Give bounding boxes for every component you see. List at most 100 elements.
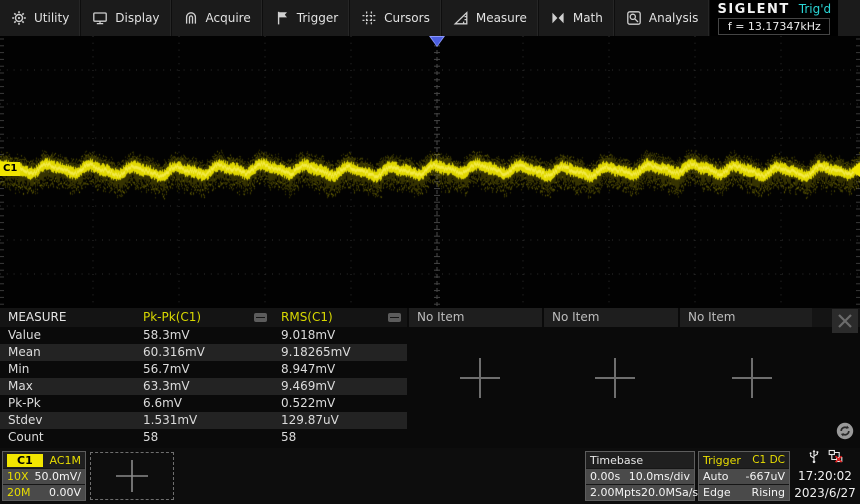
measure-value: 58 bbox=[135, 429, 273, 446]
menu-item-display[interactable]: Display bbox=[81, 0, 171, 36]
analysis-icon bbox=[626, 10, 642, 26]
measure-title: MEASURE bbox=[0, 308, 135, 327]
channel-c1-box[interactable]: C1 AC1M 10X 50.0mV/ 20M 0.00V bbox=[2, 451, 86, 501]
measure-value bbox=[678, 412, 812, 429]
measure-row-label: Stdev bbox=[0, 412, 135, 429]
acquire-icon bbox=[183, 10, 199, 26]
measure-value: 6.6mV bbox=[135, 395, 273, 412]
empty-measurement-slot[interactable]: No Item bbox=[678, 308, 812, 327]
measure-row-label: Pk-Pk bbox=[0, 395, 135, 412]
measure-value: 129.87uV bbox=[273, 412, 407, 429]
waveform-screen[interactable]: C1 bbox=[0, 36, 860, 308]
clock-date: 2023/6/27 bbox=[794, 486, 856, 501]
measure-value bbox=[678, 327, 812, 344]
measure-value bbox=[407, 327, 542, 344]
add-measurement-button[interactable] bbox=[592, 355, 638, 401]
plus-icon bbox=[113, 457, 151, 495]
measure-row-label: Mean bbox=[0, 344, 135, 361]
menu-item-cursors[interactable]: Cursors bbox=[350, 0, 442, 36]
measure-value bbox=[542, 412, 678, 429]
timebase-memory: 2.00Mpts bbox=[590, 486, 641, 499]
menu-item-label: Acquire bbox=[206, 11, 251, 25]
channel-bandwidth: 20M bbox=[7, 486, 31, 499]
timebase-scale: 10.0ms/div bbox=[629, 470, 690, 483]
measure-value: 56.7mV bbox=[135, 361, 273, 378]
menu-item-label: Analysis bbox=[649, 11, 698, 25]
timebase-sample-rate: 20.0MSa/s bbox=[641, 486, 698, 499]
menu-item-math[interactable]: Math bbox=[539, 0, 615, 36]
menu-item-label: Display bbox=[115, 11, 159, 25]
timebase-box[interactable]: Timebase 0.00s 10.0ms/div 2.00Mpts 20.0M… bbox=[585, 451, 695, 501]
measurement-column-label: No Item bbox=[417, 310, 464, 324]
siglent-logo: SIGLENT bbox=[717, 2, 789, 17]
measurement-column-label: No Item bbox=[552, 310, 599, 324]
trigger-flag-icon bbox=[274, 10, 290, 26]
menu-bar: Utility Display Acquire Trigger Cursors Measu… bbox=[0, 0, 860, 36]
measure-value: 8.947mV bbox=[273, 361, 407, 378]
clock-time: 17:20:02 bbox=[798, 469, 852, 484]
trigger-status: Trig'd bbox=[799, 2, 831, 16]
trigger-mode: Auto bbox=[703, 470, 729, 483]
menu-item-utility[interactable]: Utility bbox=[0, 0, 81, 36]
empty-measurement-slot[interactable]: No Item bbox=[542, 308, 678, 327]
channel-coupling: AC1M bbox=[49, 454, 81, 467]
remove-measurement-button[interactable] bbox=[388, 313, 401, 322]
measure-header-row: MEASUREPk-Pk(C1) RMS(C1) No Item No Item No … bbox=[0, 308, 860, 327]
channel-offset-marker[interactable]: C1 bbox=[0, 162, 20, 176]
trigger-source: C1 DC bbox=[752, 454, 785, 466]
channel-volts-div: 50.0mV/ bbox=[35, 470, 81, 483]
measure-value: 9.018mV bbox=[273, 327, 407, 344]
cursors-icon bbox=[361, 10, 377, 26]
channel-select[interactable]: C1 bbox=[838, 0, 860, 36]
timebase-label: Timebase bbox=[590, 454, 643, 467]
measure-value: 58.3mV bbox=[135, 327, 273, 344]
reset-statistics-button[interactable] bbox=[836, 422, 854, 440]
remove-measurement-button[interactable] bbox=[254, 313, 267, 322]
add-measurement-button[interactable] bbox=[457, 355, 503, 401]
measure-value: 0.522mV bbox=[273, 395, 407, 412]
measure-value bbox=[542, 327, 678, 344]
add-measurement-button[interactable] bbox=[729, 355, 775, 401]
menu-item-measure[interactable]: Measure bbox=[442, 0, 539, 36]
channel-badge: C1 bbox=[7, 454, 43, 467]
lan-error-icon bbox=[828, 449, 843, 468]
gear-icon bbox=[11, 10, 27, 26]
measure-value: 9.469mV bbox=[273, 378, 407, 395]
channel-offset: 0.00V bbox=[49, 486, 81, 499]
menu-item-label: Cursors bbox=[384, 11, 430, 25]
c1-waveform-trace bbox=[0, 36, 860, 308]
measure-row-value: Value58.3mV9.018mV bbox=[0, 327, 860, 344]
math-icon bbox=[550, 10, 566, 26]
measure-value bbox=[678, 429, 812, 446]
menu-item-label: Utility bbox=[34, 11, 69, 25]
measure-row-label: Count bbox=[0, 429, 135, 446]
trigger-box[interactable]: Trigger C1 DC Auto -667uV Edge Rising bbox=[698, 451, 790, 501]
measure-row-label: Max bbox=[0, 378, 135, 395]
display-icon bbox=[92, 10, 108, 26]
trigger-label: Trigger bbox=[703, 454, 741, 467]
measurement-column-header[interactable]: RMS(C1) bbox=[273, 308, 407, 327]
close-button[interactable] bbox=[832, 309, 858, 333]
menu-item-trigger[interactable]: Trigger bbox=[263, 0, 350, 36]
system-status: 17:20:02 2023/6/27 bbox=[792, 449, 858, 503]
channel-probe: 10X bbox=[7, 470, 29, 483]
empty-measurement-slot[interactable]: No Item bbox=[407, 308, 542, 327]
measurement-column-header[interactable]: Pk-Pk(C1) bbox=[135, 308, 273, 327]
measure-value: 9.18265mV bbox=[273, 344, 407, 361]
oscilloscope-ui: Utility Display Acquire Trigger Cursors Measu… bbox=[0, 0, 860, 504]
measure-panel: MEASUREPk-Pk(C1) RMS(C1) No Item No Item No … bbox=[0, 308, 860, 448]
menu-item-label: Measure bbox=[476, 11, 527, 25]
measure-value: 63.3mV bbox=[135, 378, 273, 395]
measure-value bbox=[407, 429, 542, 446]
trigger-level-marker[interactable] bbox=[851, 163, 860, 177]
trigger-slope: Rising bbox=[752, 486, 785, 499]
measure-value bbox=[542, 429, 678, 446]
timebase-delay: 0.00s bbox=[590, 470, 620, 483]
menu-item-acquire[interactable]: Acquire bbox=[172, 0, 263, 36]
menu-item-analysis[interactable]: Analysis bbox=[615, 0, 710, 36]
measure-row-stdev: Stdev1.531mV129.87uV bbox=[0, 412, 860, 429]
measurement-column-label: RMS(C1) bbox=[281, 310, 333, 324]
add-channel-button[interactable] bbox=[90, 452, 174, 500]
trigger-position-marker-inner bbox=[431, 37, 443, 46]
brand-block: SIGLENT Trig'd f = 13.17347kHz bbox=[710, 0, 838, 36]
